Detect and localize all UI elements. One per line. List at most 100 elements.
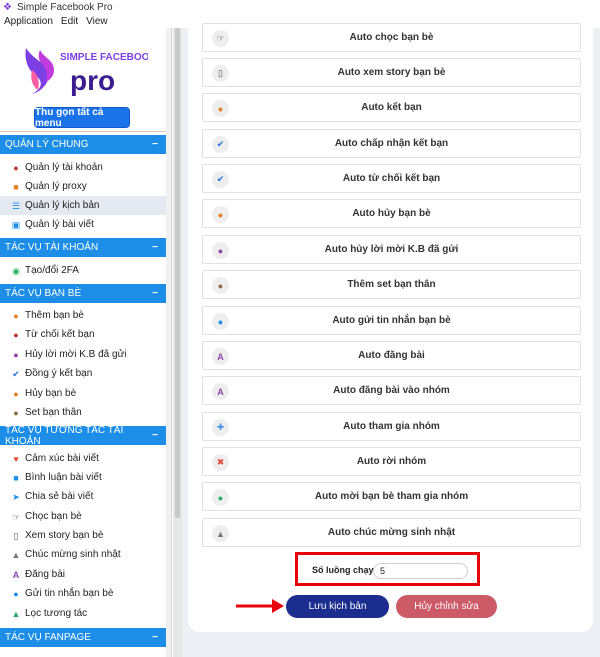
sidebar-item-label: Chúc mừng sinh nhật xyxy=(25,549,121,560)
sidebar-item-label: Quản lý bài viết xyxy=(25,219,94,230)
sidebar-item-label: Chia sẻ bài viết xyxy=(25,491,94,502)
minus-icon[interactable]: − xyxy=(152,242,158,253)
sidebar-item-label: Quản lý tài khoản xyxy=(25,162,103,173)
sidebar-item-label: Đăng bài xyxy=(25,569,66,580)
sidebar-item-poke[interactable]: ☞ Chọc bạn bè xyxy=(0,507,166,526)
action-label: Auto tham gia nhóm xyxy=(343,421,440,432)
action-auto-poke[interactable]: ☞ Auto chọc bạn bè xyxy=(202,23,581,52)
action-auto-story[interactable]: ▯ Auto xem story bạn bè xyxy=(202,58,581,87)
sidebar-item-scripts[interactable]: ☰ Quản lý kịch bản xyxy=(0,196,166,215)
action-label: Auto hủy bạn bè xyxy=(352,208,431,219)
sidebar-item-share[interactable]: ➤ Chia sẻ bài viết xyxy=(0,487,166,506)
add-friend-icon: ● xyxy=(13,310,19,321)
section-title: QUẢN LÝ CHUNG xyxy=(5,139,89,150)
action-label: Auto chấp nhận kết bạn xyxy=(334,138,449,149)
sidebar-item-close-friend[interactable]: ● Set bạn thân xyxy=(0,403,166,422)
action-set-close-friend[interactable]: ● Thêm set bạn thân xyxy=(202,270,581,299)
action-auto-message[interactable]: ● Auto gửi tin nhắn bạn bè xyxy=(202,306,581,335)
sidebar-item-message[interactable]: ● Gửi tin nhắn bạn bè xyxy=(0,584,166,603)
action-auto-add-friend[interactable]: ● Auto kết bạn xyxy=(202,93,581,122)
action-label: Auto hủy lời mời K.B đã gửi xyxy=(324,244,459,255)
sidebar-item-label: Quản lý kịch bản xyxy=(25,200,100,211)
action-auto-post-group[interactable]: A Auto đăng bài vào nhóm xyxy=(202,376,581,405)
action-auto-accept-friend[interactable]: ✔ Auto chấp nhận kết bạn xyxy=(202,129,581,158)
sidebar-item-label: Đồng ý kết bạn xyxy=(25,368,93,379)
close-friend-icon: ● xyxy=(212,277,229,294)
sidebar-item-unfriend[interactable]: ● Hủy bạn bè xyxy=(0,384,166,403)
poke-icon: ☞ xyxy=(11,511,21,522)
sidebar-item-reactions[interactable]: ♥ Cảm xúc bài viết xyxy=(0,449,166,468)
shield-icon: ◉ xyxy=(12,265,20,276)
action-auto-birthday[interactable]: ▲ Auto chúc mừng sinh nhật xyxy=(202,518,581,547)
section-title: TÁC VỤ FANPAGE xyxy=(5,632,91,643)
minus-icon[interactable]: − xyxy=(152,632,158,643)
thread-count-label: Số luồng chạy: xyxy=(312,565,377,575)
section-title: TÁC VỤ BẠN BÈ xyxy=(5,288,82,299)
action-auto-post[interactable]: A Auto đăng bài xyxy=(202,341,581,370)
story-icon: ▯ xyxy=(212,65,229,82)
post-icon: ▣ xyxy=(11,219,21,230)
collapse-all-button[interactable]: Thu gọn tất cả menu xyxy=(34,107,130,129)
sidebar-item-story[interactable]: ▯ Xem story bạn bè xyxy=(0,526,166,545)
cancel-edit-button[interactable]: Hủy chỉnh sửa xyxy=(396,595,497,618)
cancel-invite-icon: ● xyxy=(13,349,19,360)
sidebar-item-accounts[interactable]: ● Quản lý tài khoản xyxy=(0,158,166,177)
sidebar-item-birthday[interactable]: ▲ Chúc mừng sinh nhật xyxy=(0,545,166,564)
user-icon: ● xyxy=(13,162,19,173)
sidebar-scrollbar[interactable] xyxy=(166,28,171,657)
sidebar: SIMPLE FACEBOOK pro Thu gọn tất cả menu … xyxy=(0,28,172,657)
sidebar-item-label: Cảm xúc bài viết xyxy=(25,453,99,464)
title-bar: ❖ Simple Facebook Pro xyxy=(0,0,600,15)
sidebar-item-post[interactable]: A Đăng bài xyxy=(0,565,166,584)
sidebar-item-posts[interactable]: ▣ Quản lý bài viết xyxy=(0,215,166,234)
poke-icon: ☞ xyxy=(212,30,229,47)
action-auto-reject-friend[interactable]: ✔ Auto từ chối kết bạn xyxy=(202,164,581,193)
minus-icon[interactable]: − xyxy=(152,430,158,441)
minus-icon[interactable]: − xyxy=(152,139,158,150)
sidebar-item-accept-friend[interactable]: ✔ Đồng ý kết bạn xyxy=(0,364,166,383)
action-label: Auto mời bạn bè tham gia nhóm xyxy=(314,491,469,502)
menu-view[interactable]: View xyxy=(86,16,108,27)
logo-text-bottom: pro xyxy=(70,65,115,96)
sidebar-item-reject-friend[interactable]: ● Từ chối kết bạn xyxy=(0,325,166,344)
sidebar-item-2fa[interactable]: ◉ Tạo/đổi 2FA xyxy=(0,261,166,280)
section-tac-vu-tuong-tac[interactable]: TÁC VỤ TƯƠNG TÁC TÀI KHOẢN − xyxy=(0,425,166,447)
arrow-right-icon xyxy=(236,599,284,613)
cancel-invite-icon: ● xyxy=(212,242,229,259)
action-auto-invite-group[interactable]: ● Auto mời bạn bè tham gia nhóm xyxy=(202,482,581,511)
action-label: Auto từ chối kết bạn xyxy=(342,173,441,184)
minus-icon[interactable]: − xyxy=(152,288,158,299)
sidebar-item-proxy[interactable]: ■ Quản lý proxy xyxy=(0,177,166,196)
section-tac-vu-fanpage[interactable]: TÁC VỤ FANPAGE − xyxy=(0,628,166,647)
check-icon: ✔ xyxy=(212,171,229,188)
section-tac-vu-ban-be[interactable]: TÁC VỤ BẠN BÈ − xyxy=(0,284,166,303)
sidebar-item-cancel-invite[interactable]: ● Hủy lời mời K.B đã gửi xyxy=(0,345,166,364)
main-scrollbar-thumb[interactable] xyxy=(175,28,180,518)
section-tac-vu-tai-khoan[interactable]: TÁC VỤ TÀI KHOẢN − xyxy=(0,238,166,257)
action-auto-join-group[interactable]: ✚ Auto tham gia nhóm xyxy=(202,412,581,441)
action-label: Auto kết bạn xyxy=(361,102,422,113)
action-label: Auto đăng bài xyxy=(358,350,425,361)
heart-icon: ♥ xyxy=(13,453,19,464)
thread-count-input[interactable]: 5 xyxy=(373,563,468,579)
action-auto-leave-group[interactable]: ✖ Auto rời nhóm xyxy=(202,447,581,476)
action-label: Auto rời nhóm xyxy=(356,456,427,467)
sidebar-item-label: Tạo/đổi 2FA xyxy=(25,265,79,276)
sidebar-item-add-friend[interactable]: ● Thêm bạn bè xyxy=(0,306,166,325)
action-auto-unfriend[interactable]: ● Auto hủy bạn bè xyxy=(202,199,581,228)
post-a-icon: A xyxy=(212,383,229,400)
menu-edit[interactable]: Edit xyxy=(61,16,78,27)
sidebar-item-filter[interactable]: ▲ Lọc tương tác xyxy=(0,604,166,623)
sidebar-item-label: Set bạn thân xyxy=(25,407,82,418)
save-script-button[interactable]: Lưu kịch bản xyxy=(286,595,389,618)
app-logo-icon: ❖ xyxy=(3,1,12,13)
sidebar-item-comments[interactable]: ■ Bình luận bài viết xyxy=(0,468,166,487)
messenger-icon: ● xyxy=(212,313,229,330)
check-icon: ✔ xyxy=(212,136,229,153)
logo-text-top: SIMPLE FACEBOOK xyxy=(60,52,148,63)
action-label: Auto chúc mừng sinh nhật xyxy=(327,527,456,538)
section-quan-ly-chung[interactable]: QUẢN LÝ CHUNG − xyxy=(0,135,166,154)
proxy-icon: ■ xyxy=(13,181,19,192)
menu-application[interactable]: Application xyxy=(4,16,53,27)
action-auto-cancel-invite[interactable]: ● Auto hủy lời mời K.B đã gửi xyxy=(202,235,581,264)
